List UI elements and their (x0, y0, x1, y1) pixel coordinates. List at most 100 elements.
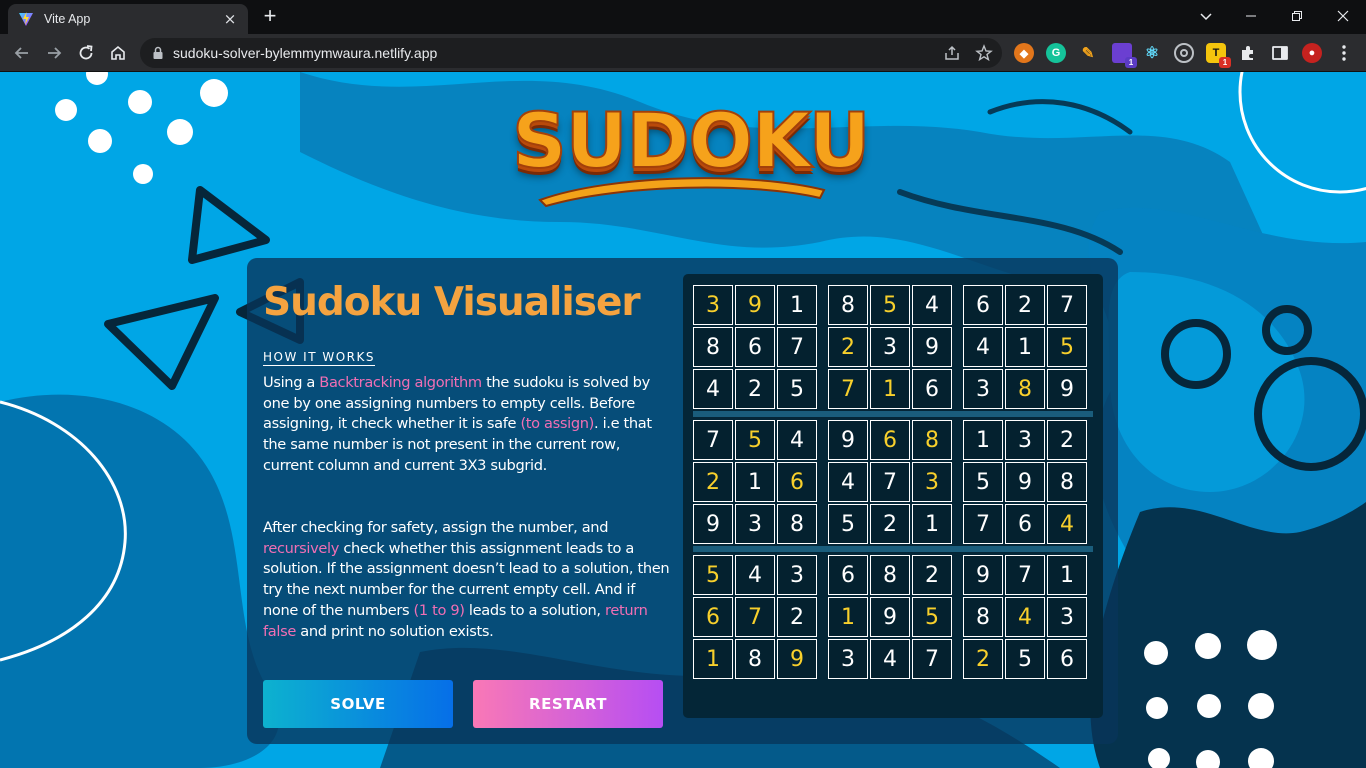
address-bar[interactable]: sudoku-solver-bylemmymwaura.netlify.app (140, 38, 1002, 68)
sudoku-cell[interactable]: 5 (735, 420, 775, 460)
sudoku-cell[interactable]: 9 (912, 327, 952, 367)
sudoku-cell[interactable]: 3 (693, 285, 733, 325)
sudoku-cell[interactable]: 8 (777, 504, 817, 544)
sudoku-cell[interactable]: 8 (912, 420, 952, 460)
restart-button[interactable]: RESTART (473, 680, 663, 728)
sudoku-cell[interactable]: 7 (735, 597, 775, 637)
sudoku-cell[interactable]: 6 (1047, 639, 1087, 679)
sudoku-cell[interactable]: 5 (963, 462, 1003, 502)
sudoku-cell[interactable]: 3 (1005, 420, 1045, 460)
metamask-icon[interactable]: ◆ (1014, 43, 1034, 63)
reload-button[interactable] (74, 41, 98, 65)
restore-button[interactable] (1274, 0, 1320, 32)
tab-close-icon[interactable]: × (222, 11, 238, 27)
target-extension-icon[interactable] (1174, 43, 1194, 63)
sudoku-cell[interactable]: 7 (693, 420, 733, 460)
sudoku-cell[interactable]: 8 (735, 639, 775, 679)
home-button[interactable] (106, 41, 130, 65)
sudoku-cell[interactable]: 2 (828, 327, 868, 367)
sudoku-cell[interactable]: 7 (1047, 285, 1087, 325)
sudoku-cell[interactable]: 1 (963, 420, 1003, 460)
sudoku-cell[interactable]: 1 (693, 639, 733, 679)
sudoku-cell[interactable]: 2 (1047, 420, 1087, 460)
sudoku-cell[interactable]: 8 (870, 555, 910, 595)
close-window-button[interactable] (1320, 0, 1366, 32)
sudoku-cell[interactable]: 4 (735, 555, 775, 595)
sudoku-cell[interactable]: 6 (693, 597, 733, 637)
todoist-extension-icon[interactable]: T 1 (1206, 43, 1231, 68)
sudoku-cell[interactable]: 5 (912, 597, 952, 637)
sudoku-cell[interactable]: 1 (912, 504, 952, 544)
sudoku-cell[interactable]: 7 (963, 504, 1003, 544)
sudoku-cell[interactable]: 8 (1005, 369, 1045, 409)
sudoku-cell[interactable]: 3 (870, 327, 910, 367)
sudoku-cell[interactable]: 5 (693, 555, 733, 595)
sudoku-cell[interactable]: 9 (693, 504, 733, 544)
side-panel-icon[interactable] (1270, 43, 1290, 63)
sudoku-cell[interactable]: 3 (828, 639, 868, 679)
browser-tab[interactable]: Vite App × (8, 4, 248, 34)
grammarly-icon[interactable]: G (1046, 43, 1066, 63)
sudoku-cell[interactable]: 7 (870, 462, 910, 502)
browser-menu-icon[interactable] (1334, 43, 1354, 63)
sudoku-cell[interactable]: 3 (777, 555, 817, 595)
tab-search-chevron-icon[interactable] (1196, 6, 1216, 26)
sudoku-cell[interactable]: 2 (912, 555, 952, 595)
sudoku-cell[interactable]: 2 (693, 462, 733, 502)
sudoku-cell[interactable]: 2 (963, 639, 1003, 679)
sudoku-cell[interactable]: 6 (735, 327, 775, 367)
sudoku-cell[interactable]: 8 (693, 327, 733, 367)
sudoku-cell[interactable]: 9 (963, 555, 1003, 595)
forward-button[interactable] (42, 41, 66, 65)
sudoku-cell[interactable]: 9 (777, 639, 817, 679)
sudoku-cell[interactable]: 2 (1005, 285, 1045, 325)
extensions-puzzle-icon[interactable] (1238, 43, 1258, 63)
sudoku-cell[interactable]: 4 (912, 285, 952, 325)
sudoku-cell[interactable]: 6 (870, 420, 910, 460)
sudoku-cell[interactable]: 1 (828, 597, 868, 637)
sudoku-cell[interactable]: 7 (828, 369, 868, 409)
sudoku-cell[interactable]: 1 (735, 462, 775, 502)
extension-purple-icon[interactable]: 1 (1112, 43, 1137, 68)
sudoku-cell[interactable]: 5 (828, 504, 868, 544)
sudoku-cell[interactable]: 8 (828, 285, 868, 325)
sudoku-cell[interactable]: 9 (828, 420, 868, 460)
sudoku-cell[interactable]: 5 (870, 285, 910, 325)
sudoku-cell[interactable]: 2 (735, 369, 775, 409)
solve-button[interactable]: SOLVE (263, 680, 453, 728)
profile-avatar[interactable]: ● (1302, 43, 1322, 63)
sudoku-cell[interactable]: 4 (1005, 597, 1045, 637)
sudoku-cell[interactable]: 4 (963, 327, 1003, 367)
new-tab-button[interactable]: + (258, 5, 282, 28)
sudoku-cell[interactable]: 2 (870, 504, 910, 544)
sudoku-cell[interactable]: 5 (1005, 639, 1045, 679)
sudoku-cell[interactable]: 6 (828, 555, 868, 595)
sudoku-cell[interactable]: 5 (777, 369, 817, 409)
rocket-extension-icon[interactable]: ✎ (1078, 43, 1098, 63)
sudoku-cell[interactable]: 9 (870, 597, 910, 637)
sudoku-cell[interactable]: 1 (1047, 555, 1087, 595)
sudoku-cell[interactable]: 6 (912, 369, 952, 409)
sudoku-cell[interactable]: 8 (1047, 462, 1087, 502)
sudoku-cell[interactable]: 1 (777, 285, 817, 325)
bookmark-star-icon[interactable] (975, 44, 993, 62)
sudoku-cell[interactable]: 5 (1047, 327, 1087, 367)
sudoku-cell[interactable]: 9 (1005, 462, 1045, 502)
sudoku-cell[interactable]: 8 (963, 597, 1003, 637)
sudoku-cell[interactable]: 9 (735, 285, 775, 325)
sudoku-cell[interactable]: 3 (1047, 597, 1087, 637)
sudoku-cell[interactable]: 7 (777, 327, 817, 367)
sudoku-cell[interactable]: 3 (735, 504, 775, 544)
sudoku-cell[interactable]: 3 (912, 462, 952, 502)
sudoku-cell[interactable]: 7 (1005, 555, 1045, 595)
back-button[interactable] (10, 41, 34, 65)
sudoku-cell[interactable]: 6 (1005, 504, 1045, 544)
react-devtools-icon[interactable]: ⚛ (1142, 43, 1162, 63)
sudoku-cell[interactable]: 2 (777, 597, 817, 637)
sudoku-cell[interactable]: 4 (870, 639, 910, 679)
sudoku-cell[interactable]: 6 (963, 285, 1003, 325)
sudoku-cell[interactable]: 4 (828, 462, 868, 502)
sudoku-cell[interactable]: 6 (777, 462, 817, 502)
sudoku-cell[interactable]: 4 (693, 369, 733, 409)
minimize-button[interactable] (1228, 0, 1274, 32)
